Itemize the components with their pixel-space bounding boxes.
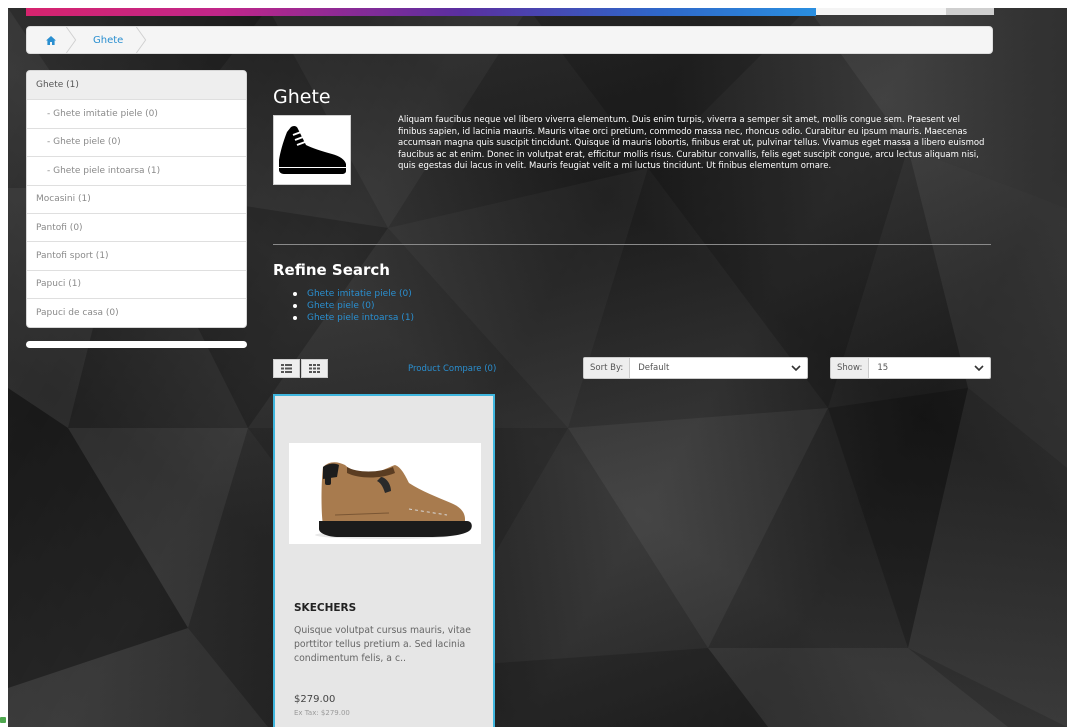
list-view-icon: [281, 364, 292, 373]
sidebar-item-ghete-imitatie-piele[interactable]: - Ghete imitatie piele (0): [27, 99, 246, 128]
sidebar-item-label: Ghete (1): [36, 80, 79, 91]
refine-search-list: Ghete imitatie piele (0) Ghete piele (0)…: [293, 288, 453, 324]
sidebar-item-label: Pantofi sport (1): [36, 251, 109, 262]
sort-chevron-down-icon: [785, 358, 807, 378]
sidebar-item-pantofi-sport[interactable]: Pantofi sport (1): [27, 241, 246, 270]
sidebar-item-label: Mocasini (1): [36, 194, 91, 205]
show-label: Show:: [831, 358, 870, 378]
product-image[interactable]: [289, 443, 481, 544]
category-sidebar: Ghete (1) - Ghete imitatie piele (0) - G…: [26, 70, 247, 328]
browser-viewport: Ghete Ghete (1) - Ghete imitatie piele (…: [8, 8, 1067, 727]
show-limit-select[interactable]: 15: [869, 358, 968, 378]
sort-by-select[interactable]: Default: [630, 358, 785, 378]
product-name-link[interactable]: SKECHERS: [294, 602, 356, 614]
page-title: Ghete: [273, 86, 331, 108]
breadcrumb: Ghete: [26, 26, 993, 54]
top-search-button-edge: [946, 8, 994, 15]
product-price: $279.00: [294, 694, 336, 705]
boot-image: [315, 462, 472, 539]
refine-link-ghete-imitatie-piele[interactable]: Ghete imitatie piele (0): [293, 288, 453, 300]
page: Ghete Ghete (1) - Ghete imitatie piele (…: [0, 0, 1067, 727]
content-divider: [273, 244, 991, 245]
grid-view-icon: [309, 364, 320, 373]
sidebar-item-ghete[interactable]: Ghete (1): [27, 71, 246, 100]
home-icon: [46, 35, 56, 45]
refine-link-ghete-piele[interactable]: Ghete piele (0): [293, 300, 453, 312]
sidebar-item-label: - Ghete imitatie piele (0): [47, 109, 158, 120]
sidebar-item-pantofi[interactable]: Pantofi (0): [27, 212, 246, 242]
sidebar-item-ghete-piele[interactable]: - Ghete piele (0): [27, 127, 246, 157]
breadcrumb-item-ghete[interactable]: Ghete: [75, 27, 147, 53]
sidebar-item-papuci[interactable]: Papuci (1): [27, 269, 246, 299]
show-group: Show: 15: [830, 357, 991, 379]
sneaker-icon: [279, 125, 346, 174]
sidebar-item-label: Papuci (1): [36, 279, 82, 290]
breadcrumb-separator: [136, 27, 147, 53]
product-compare-link[interactable]: Product Compare (0): [408, 364, 496, 374]
sort-by-group: Sort By: Default: [583, 357, 808, 379]
corner-indicator: [0, 717, 6, 723]
refine-search-title: Refine Search: [273, 261, 390, 279]
sidebar-item-papuci-de-casa[interactable]: Papuci de casa (0): [27, 298, 246, 327]
sidebar-item-label: Papuci de casa (0): [36, 307, 119, 318]
category-image: [273, 115, 351, 185]
grid-view-button[interactable]: [301, 359, 328, 378]
category-description: Aliquam faucibus neque vel libero viverr…: [398, 115, 985, 171]
sidebar-item-ghete-piele-intoarsa[interactable]: - Ghete piele intoarsa (1): [27, 156, 246, 185]
sidebar-item-mocasini[interactable]: Mocasini (1): [27, 184, 246, 213]
sidebar-item-label: Pantofi (0): [36, 222, 83, 233]
breadcrumb-item-label: Ghete: [93, 34, 124, 46]
show-chevron-down-icon: [968, 358, 990, 378]
top-gradient-bar: [26, 8, 816, 16]
sort-by-label: Sort By:: [584, 358, 631, 378]
refine-link-ghete-piele-intoarsa[interactable]: Ghete piele intoarsa (1): [293, 312, 453, 324]
product-card[interactable]: SKECHERS Quisque volutpat cursus mauris,…: [273, 394, 495, 727]
product-ex-tax: Ex Tax: $279.00: [294, 709, 350, 717]
list-view-button[interactable]: [273, 359, 300, 378]
sidebar-item-label: - Ghete piele (0): [47, 137, 121, 148]
breadcrumb-home[interactable]: [27, 27, 77, 53]
sidebar-item-label: - Ghete piele intoarsa (1): [47, 165, 161, 176]
product-description: Quisque volutpat cursus mauris, vitae po…: [294, 625, 471, 664]
top-search-field-edge: [816, 8, 946, 15]
sidebar-module-bar: [26, 341, 247, 348]
